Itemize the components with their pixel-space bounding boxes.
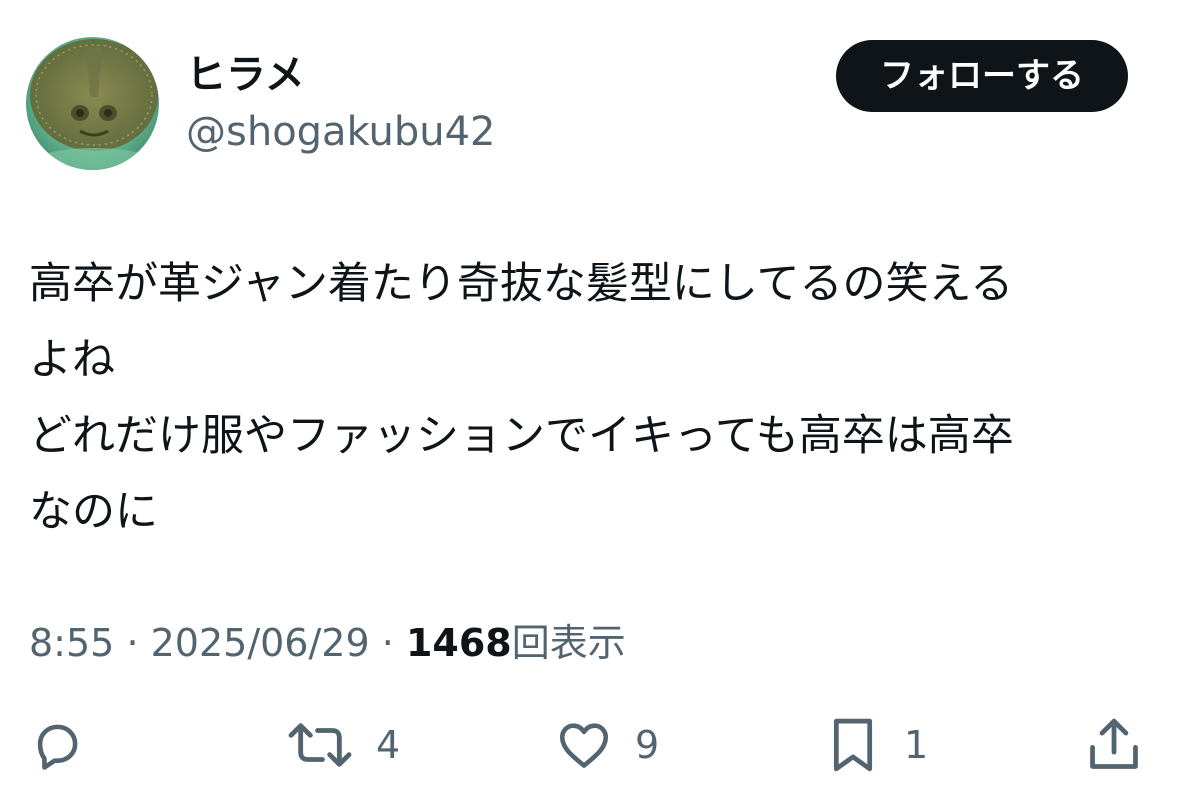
tweet-meta: 8:55 · 2025/06/29 · 1468回表示 — [29, 618, 626, 668]
bookmark-button[interactable]: 1 — [824, 712, 928, 778]
views-label: 回表示 — [511, 621, 626, 665]
flounder-avatar-image — [26, 37, 159, 170]
like-count: 9 — [635, 723, 660, 767]
reply-icon — [37, 724, 78, 770]
separator: · — [126, 621, 139, 665]
tweet-text: 高卒が革ジャン着たり奇抜な髪型にしてるの笑える よね どれだけ服やファッションで… — [29, 246, 1139, 550]
follow-button[interactable]: フォローする — [836, 40, 1128, 112]
user-handle[interactable]: @shogakubu42 — [186, 107, 496, 157]
share-button[interactable] — [1085, 712, 1143, 778]
like-button[interactable]: 9 — [555, 712, 659, 778]
reply-button[interactable] — [28, 712, 86, 778]
retweet-icon — [288, 723, 352, 767]
share-icon — [1090, 718, 1138, 769]
bookmark-count: 1 — [904, 723, 929, 767]
tweet-date[interactable]: 2025/06/29 — [151, 621, 370, 665]
heart-icon — [559, 723, 609, 768]
views-count: 1468 — [405, 621, 512, 665]
tweet-text-line: よね — [29, 335, 115, 385]
tweet-text-line: どれだけ服やファッションでイキっても高卒は高卒 — [29, 411, 1014, 461]
retweet-button[interactable]: 4 — [286, 712, 400, 778]
retweet-count: 4 — [376, 723, 401, 767]
tweet-text-line: 高卒が革ジャン着たり奇抜な髪型にしてるの笑える — [29, 259, 1014, 309]
avatar[interactable] — [26, 37, 159, 170]
bookmark-icon — [833, 718, 873, 772]
tweet-text-line: なのに — [29, 487, 158, 537]
separator: · — [381, 621, 394, 665]
tweet-time[interactable]: 8:55 — [29, 621, 114, 665]
display-name[interactable]: ヒラメ — [186, 50, 305, 100]
